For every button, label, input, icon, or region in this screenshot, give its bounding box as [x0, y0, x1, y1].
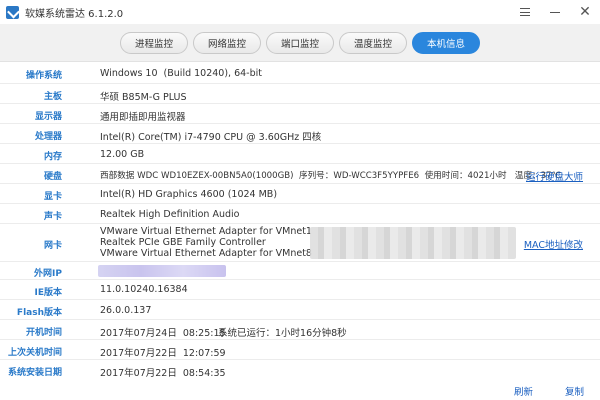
- display-label: 显示器: [34, 112, 62, 122]
- flash-label: Flash版本: [16, 308, 62, 318]
- memory-label: 内存: [43, 152, 62, 162]
- info-row-boot: 开机时间 2017年07月24日 08:25:15 系统已运行：1小时16分钟8…: [0, 320, 600, 340]
- os-value: Windows 10 (Build 10240), 64-bit: [100, 68, 263, 79]
- app-logo-icon: [6, 5, 19, 19]
- info-row-ie: IE版本 11.0.10240.16384: [0, 280, 600, 300]
- board-value: 华硕 B85M-G PLUS: [100, 92, 187, 103]
- sound-label: 声卡: [43, 212, 62, 222]
- nic-label: 网卡: [43, 241, 62, 251]
- info-row-ip: 外网IP: [0, 262, 600, 280]
- memory-value: 12.00 GB: [100, 149, 145, 160]
- info-row-os: 操作系统 Windows 10 (Build 10240), 64-bit: [0, 62, 600, 84]
- disk-label: 硬盘: [43, 172, 62, 182]
- info-row-nic: 网卡 VMware Virtual Ethernet Adapter for V…: [0, 224, 600, 262]
- info-row-shutdown: 上次关机时间 2017年07月22日 12:07:59: [0, 340, 600, 360]
- os-label: 操作系统: [25, 71, 62, 81]
- ip-label: 外网IP: [34, 269, 62, 279]
- refresh-button[interactable]: 刷新: [514, 384, 533, 398]
- nic-value-1: VMware Virtual Ethernet Adapter for VMne…: [100, 226, 312, 237]
- info-row-gpu: 显卡 Intel(R) HD Graphics 4600 (1024 MB): [0, 184, 600, 204]
- ie-value: 11.0.10240.16384: [100, 284, 188, 295]
- sound-value: Realtek High Definition Audio: [100, 209, 240, 220]
- nic-value-3: VMware Virtual Ethernet Adapter for VMne…: [100, 248, 312, 259]
- tab-network-monitor[interactable]: 网络监控: [193, 32, 261, 54]
- tab-process-monitor[interactable]: 进程监控: [120, 32, 188, 54]
- info-row-flash: Flash版本 26.0.0.137: [0, 300, 600, 320]
- tab-port-monitor[interactable]: 端口监控: [266, 32, 334, 54]
- shutdown-value: 2017年07月22日 12:07:59: [100, 348, 226, 359]
- info-row-memory: 内存 12.00 GB: [0, 144, 600, 164]
- mac-address-modify-link[interactable]: MAC地址修改: [524, 237, 583, 251]
- info-row-cpu: 处理器 Intel(R) Core(TM) i7-4790 CPU @ 3.60…: [0, 124, 600, 144]
- uptime-value: 系统已运行：1小时16分钟8秒: [218, 328, 347, 339]
- shutdown-label: 上次关机时间: [7, 348, 62, 358]
- info-row-sound: 声卡 Realtek High Definition Audio: [0, 204, 600, 224]
- tab-temperature-monitor[interactable]: 温度监控: [339, 32, 407, 54]
- boot-value: 2017年07月24日 08:25:15: [100, 328, 226, 339]
- menu-icon: [520, 8, 530, 16]
- menu-button[interactable]: [510, 0, 540, 24]
- info-row-display: 显示器 通用即插即用监视器: [0, 104, 600, 124]
- info-row-install: 系统安装日期 2017年07月22日 08:54:35: [0, 360, 600, 380]
- window-title: 软媒系统雷达 6.1.2.0: [25, 8, 124, 20]
- ie-label: IE版本: [34, 288, 63, 298]
- cpu-label: 处理器: [34, 132, 62, 142]
- install-label: 系统安装日期: [7, 368, 62, 378]
- title-bar: 软媒系统雷达 6.1.2.0 ✕: [0, 0, 600, 24]
- gpu-value: Intel(R) HD Graphics 4600 (1024 MB): [100, 189, 278, 200]
- flash-value: 26.0.0.137: [100, 305, 152, 316]
- copy-button[interactable]: 复制: [565, 384, 584, 398]
- boot-label: 开机时间: [25, 328, 62, 338]
- redacted-mac-addresses: [310, 227, 516, 259]
- minimize-icon: [550, 11, 560, 13]
- run-disk-master-link[interactable]: 运行硬盘大师: [526, 169, 583, 183]
- board-label: 主板: [43, 92, 62, 102]
- install-value: 2017年07月22日 08:54:35: [100, 368, 226, 379]
- close-icon: ✕: [579, 4, 591, 20]
- info-row-disk: 硬盘 西部数据 WDC WD10EZEX-00BN5A0(1000GB) 序列号…: [0, 164, 600, 184]
- gpu-label: 显卡: [43, 192, 62, 202]
- minimize-button[interactable]: [540, 0, 570, 24]
- tab-system-info[interactable]: 本机信息: [412, 32, 480, 54]
- display-value: 通用即插即用监视器: [100, 112, 186, 123]
- redacted-ip: [98, 265, 226, 277]
- tab-bar: 进程监控 网络监控 端口监控 温度监控 本机信息: [0, 24, 600, 62]
- nic-value-2: Realtek PCIe GBE Family Controller: [100, 237, 266, 248]
- cpu-value: Intel(R) Core(TM) i7-4790 CPU @ 3.60GHz …: [100, 132, 322, 143]
- info-row-board: 主板 华硕 B85M-G PLUS: [0, 84, 600, 104]
- close-button[interactable]: ✕: [570, 0, 600, 24]
- disk-value: 西部数据 WDC WD10EZEX-00BN5A0(1000GB) 序列号：WD…: [100, 171, 562, 181]
